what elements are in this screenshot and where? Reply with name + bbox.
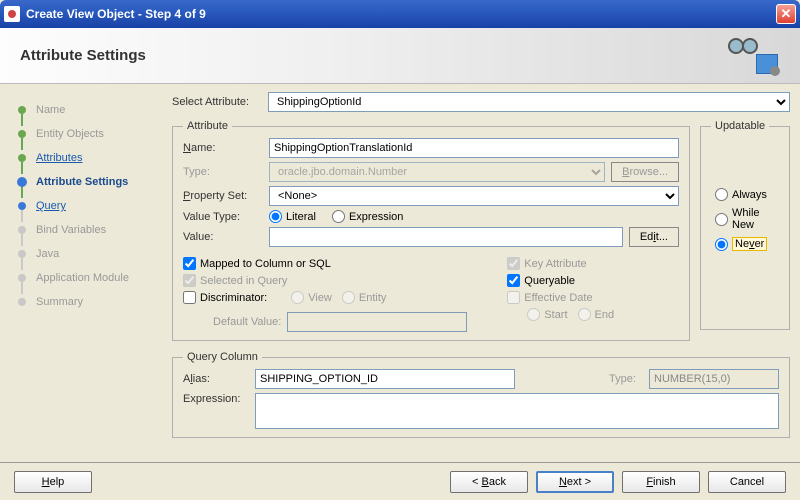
edit-button[interactable]: Edit... (629, 227, 679, 247)
next-button[interactable]: Next > (536, 471, 614, 493)
literal-radio[interactable]: Literal (269, 210, 316, 223)
discriminator-checkbox[interactable]: Discriminator: (183, 291, 267, 304)
finish-button[interactable]: Finish (622, 471, 700, 493)
window-title: Create View Object - Step 4 of 9 (26, 7, 776, 21)
expression-label: Expression: (183, 393, 249, 405)
cancel-button[interactable]: Cancel (708, 471, 786, 493)
property-set-dropdown[interactable]: <None> (269, 186, 679, 206)
qc-type-label: Type: (609, 373, 643, 385)
queryable-checkbox[interactable]: Queryable (507, 274, 614, 287)
qc-type-input (649, 369, 779, 389)
property-set-label: Property Set: (183, 190, 263, 202)
page-title: Attribute Settings (20, 47, 146, 64)
effective-date-checkbox: Effective Date (507, 291, 614, 304)
updatable-group: Updatable Always While New Never (700, 120, 790, 330)
query-column-legend: Query Column (183, 351, 262, 363)
never-radio[interactable]: Never (715, 237, 779, 251)
always-radio[interactable]: Always (715, 188, 779, 201)
default-value-input (287, 312, 467, 332)
wizard-step-6: Java (10, 242, 160, 266)
expression-radio[interactable]: Expression (332, 210, 403, 223)
select-attribute-dropdown[interactable]: ShippingOptionId (268, 92, 790, 112)
wizard-step-1: Entity Objects (10, 122, 160, 146)
view-radio: View (291, 291, 332, 304)
key-attribute-checkbox: Key Attribute (507, 257, 614, 270)
value-type-label: Value Type: (183, 211, 263, 223)
alias-label: Alias: (183, 373, 249, 385)
wizard-step-8: Summary (10, 290, 160, 314)
wizard-footer: Help < Back Next > Finish Cancel (0, 462, 800, 500)
browse-button: Browse... (611, 162, 679, 182)
titlebar: Create View Object - Step 4 of 9 ✕ (0, 0, 800, 28)
help-button[interactable]: Help (14, 471, 92, 493)
name-input[interactable] (269, 138, 679, 158)
value-input[interactable] (269, 227, 623, 247)
header-illustration (720, 36, 780, 76)
app-icon (4, 6, 20, 22)
type-dropdown: oracle.jbo.domain.Number (269, 162, 605, 182)
wizard-step-4[interactable]: Query (10, 194, 160, 218)
wizard-step-2[interactable]: Attributes (10, 146, 160, 170)
close-button[interactable]: ✕ (776, 4, 796, 24)
query-column-group: Query Column Alias: Type: Expression: (172, 351, 790, 438)
start-radio: Start (527, 308, 567, 321)
attribute-legend: Attribute (183, 120, 232, 132)
end-radio: End (578, 308, 615, 321)
wizard-header: Attribute Settings (0, 28, 800, 84)
select-attribute-label: Select Attribute: (172, 96, 262, 108)
mapped-checkbox[interactable]: Mapped to Column or SQL (183, 257, 467, 270)
alias-input[interactable] (255, 369, 515, 389)
back-button[interactable]: < Back (450, 471, 528, 493)
updatable-legend: Updatable (711, 120, 769, 132)
value-label: Value: (183, 231, 263, 243)
wizard-step-5: Bind Variables (10, 218, 160, 242)
wizard-step-7: Application Module (10, 266, 160, 290)
name-label: Name: (183, 142, 263, 154)
wizard-steps: NameEntity ObjectsAttributesAttribute Se… (10, 92, 160, 462)
wizard-step-3: Attribute Settings (10, 170, 160, 194)
attribute-group: Attribute Name: Type: oracle.jbo.domain.… (172, 120, 690, 341)
while-new-radio[interactable]: While New (715, 207, 779, 231)
default-value-label: Default Value: (213, 316, 281, 328)
type-label: Type: (183, 166, 263, 178)
expression-textarea[interactable] (255, 393, 779, 429)
wizard-step-0: Name (10, 98, 160, 122)
selected-in-query-checkbox: Selected in Query (183, 274, 467, 287)
entity-radio: Entity (342, 291, 387, 304)
